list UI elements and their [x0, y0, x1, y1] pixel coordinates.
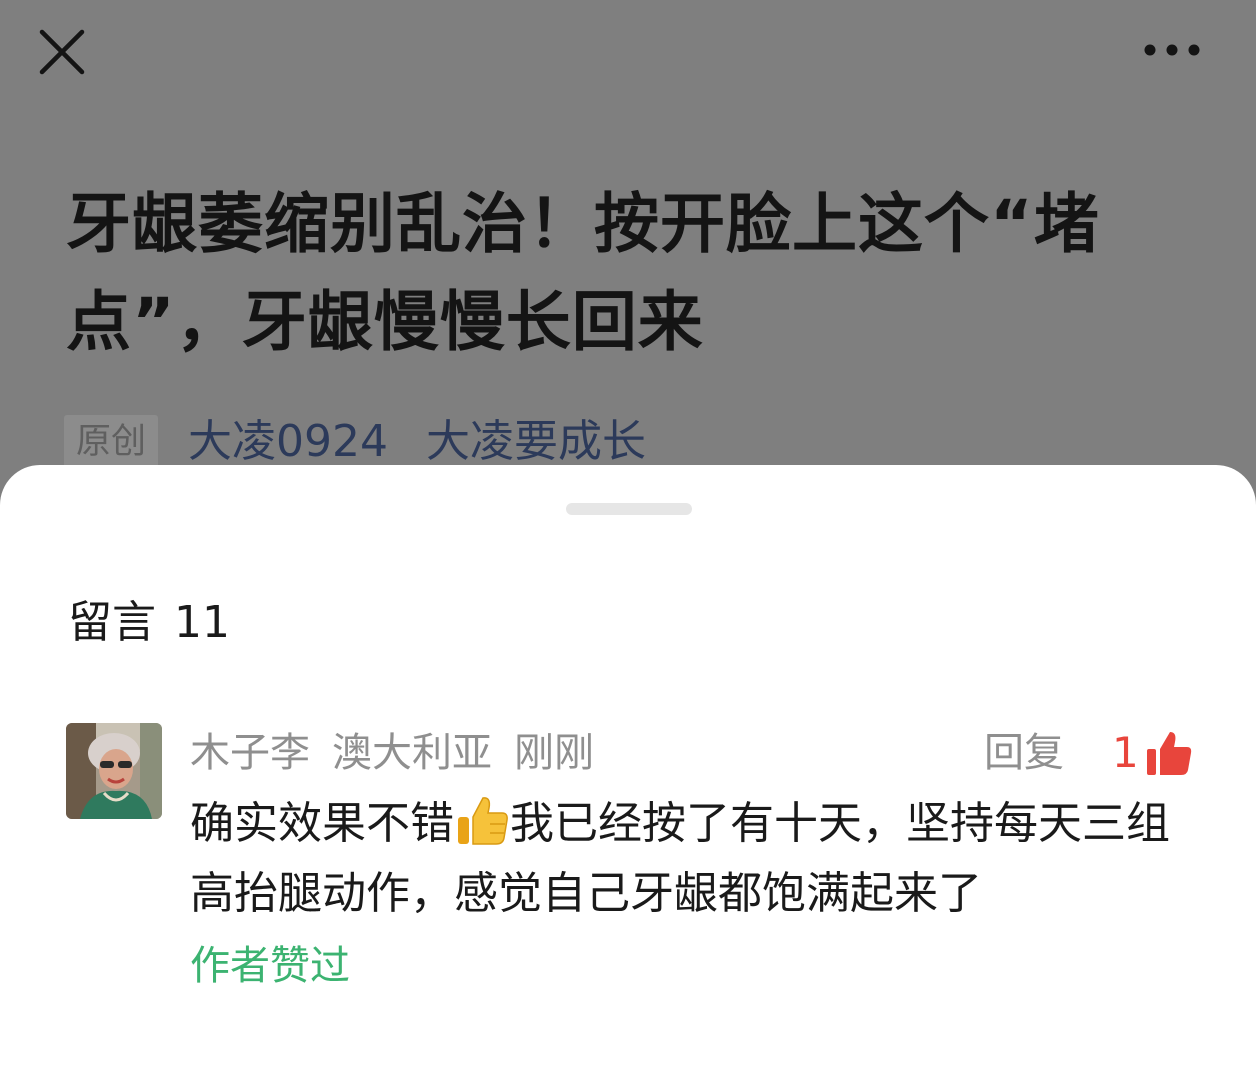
- like-count: 1: [1112, 728, 1139, 777]
- article-meta: 原创 大凌0924 大凌要成长: [64, 412, 646, 472]
- commenter-location: 澳大利亚: [332, 730, 492, 776]
- comment-text: 确实效果不错 我已经按了有十天，坚持每天三组高抬腿动作，感觉自己牙龈都饱满起来了: [190, 789, 1200, 929]
- thumbs-up-emoji-icon: [458, 797, 508, 845]
- thumbs-up-icon: [1146, 732, 1191, 775]
- comments-title: 留言: [68, 597, 156, 648]
- author-link[interactable]: 大凌0924: [188, 413, 388, 471]
- top-bar: [0, 0, 1256, 110]
- original-tag: 原创: [64, 415, 159, 469]
- account-link[interactable]: 大凌要成长: [426, 413, 646, 471]
- comments-sheet: 留言 11 木子李 澳大利亚 刚刚 回复 1 确实效果不错 我已经按了有十天，坚…: [0, 465, 1256, 1067]
- article-title: 牙龈萎缩别乱治！按开脸上这个“堵点”，牙龈慢慢长回来: [66, 187, 1100, 360]
- commenter-name[interactable]: 木子李: [190, 723, 310, 783]
- author-liked-label: 作者赞过: [190, 943, 350, 989]
- like-button[interactable]: 1: [1112, 723, 1193, 783]
- comments-count: 11: [174, 597, 230, 648]
- avatar-image: [66, 723, 162, 819]
- close-button[interactable]: [34, 24, 90, 80]
- comment-time: 刚刚: [514, 730, 594, 776]
- close-icon: [39, 29, 85, 75]
- comment-text-start: 确实效果不错: [190, 798, 454, 849]
- avatar[interactable]: [66, 723, 162, 819]
- drag-handle[interactable]: [566, 503, 692, 515]
- reply-button[interactable]: 回复: [984, 723, 1064, 783]
- more-button[interactable]: [1136, 28, 1208, 72]
- more-icon: [1144, 44, 1200, 56]
- comments-header: 留言 11: [68, 593, 230, 653]
- comment-meta: 木子李 澳大利亚 刚刚: [190, 723, 594, 783]
